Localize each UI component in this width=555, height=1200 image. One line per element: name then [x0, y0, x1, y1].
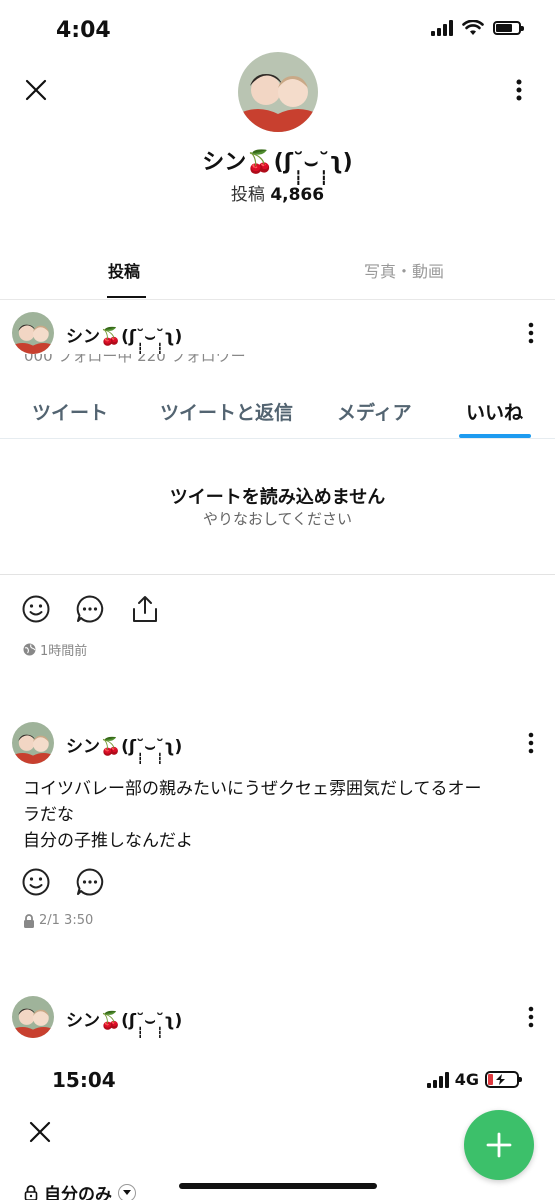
profile-avatar[interactable] [238, 52, 318, 132]
more-vertical-icon [528, 322, 534, 344]
twitter-tab-media: メディア [337, 402, 412, 424]
twitter-tab-tweets: ツイート [32, 402, 109, 424]
post-body-line: 自分の子推しなんだよ [23, 831, 193, 851]
close-icon [25, 79, 47, 101]
post-more-button[interactable] [519, 1005, 543, 1029]
close-button[interactable] [20, 74, 52, 106]
post-body: コイツバレー部の親みたいにうぜクセェ雰囲気だしてるオー ラだな 自分の子推しなん… [23, 776, 523, 854]
network-type: 4G [454, 1070, 479, 1089]
post-count-value: 4,866 [270, 185, 325, 205]
comment-button[interactable] [75, 867, 105, 897]
post-meta: 1時間前 [23, 640, 87, 659]
twitter-tab-tweets-replies: ツイートと返信 [160, 402, 294, 424]
post-timestamp: 2/1 3:50 [39, 913, 94, 928]
twitter-error-subtitle: やりなおしてください [202, 510, 353, 528]
privacy-label: 自分のみ [44, 1185, 112, 1200]
status-icons [431, 20, 524, 36]
post-avatar[interactable] [12, 312, 54, 354]
plus-icon [486, 1132, 512, 1158]
post-body-line: コイツバレー部の親みたいにうぜクセェ雰囲気だしてるオー [23, 779, 482, 799]
lock-icon [24, 1184, 38, 1200]
post-timestamp: 1時間前 [40, 644, 88, 659]
more-vertical-icon [528, 732, 534, 754]
smile-icon [22, 595, 50, 623]
tab-active-indicator [107, 296, 146, 298]
cut-off-follow-stats: 000 フォロー中 220 フォロワー [24, 354, 246, 365]
share-icon [133, 596, 157, 622]
status-time: 4:04 [56, 18, 111, 43]
smile-icon [22, 868, 50, 896]
share-button[interactable] [130, 594, 160, 624]
post-avatar[interactable] [12, 722, 54, 764]
signal-icon [426, 1071, 449, 1088]
battery-icon [493, 21, 524, 35]
twitter-tab-likes: いいね [466, 402, 524, 424]
comment-icon [76, 595, 104, 623]
close-icon [29, 1121, 51, 1143]
reaction-button[interactable] [21, 867, 51, 897]
post-count: 投稿 4,866 [0, 180, 555, 205]
post-author[interactable]: シン🍒(ʃ˘̩̩̩⌣˘̩̩̩ʅ) [66, 322, 182, 347]
inner-status-icons: 4G [426, 1070, 522, 1089]
more-vertical-icon [516, 79, 522, 101]
profile-name: シン🍒(ʃ˘̩̩̩⌣˘̩̩̩ʅ) [202, 150, 353, 175]
globe-icon [23, 643, 36, 656]
wifi-icon [462, 20, 484, 35]
signal-icon [431, 20, 453, 36]
post-avatar[interactable] [12, 996, 54, 1038]
inner-status-time: 15:04 [52, 1068, 116, 1092]
tab-posts[interactable]: 投稿 [108, 258, 140, 282]
tab-photos-videos[interactable]: 写真・動画 [364, 258, 444, 282]
lock-icon [24, 913, 34, 928]
comment-icon [76, 868, 104, 896]
post-author[interactable]: シン🍒(ʃ˘̩̩̩⌣˘̩̩̩ʅ) [66, 732, 182, 757]
divider [0, 438, 555, 439]
battery-charging-icon [485, 1071, 522, 1088]
post-more-button[interactable] [519, 731, 543, 755]
post-author[interactable]: シン🍒(ʃ˘̩̩̩⌣˘̩̩̩ʅ) [66, 1006, 182, 1031]
comment-button[interactable] [75, 594, 105, 624]
home-indicator[interactable] [179, 1183, 377, 1189]
post-meta: 2/1 3:50 [23, 913, 93, 928]
more-options-button[interactable] [503, 74, 535, 106]
chevron-down-icon [118, 1183, 136, 1200]
twitter-error-title: ツイートを読み込めません [169, 487, 386, 508]
more-vertical-icon [528, 1006, 534, 1028]
divider [0, 299, 555, 300]
add-post-button[interactable] [464, 1110, 534, 1180]
post-count-label: 投稿 [230, 185, 265, 205]
post-more-button[interactable] [519, 321, 543, 345]
privacy-selector[interactable]: 自分のみ [24, 1180, 136, 1200]
post-body-line: ラだな [23, 805, 74, 825]
composer-close-button[interactable] [26, 1118, 54, 1146]
reaction-button[interactable] [21, 594, 51, 624]
divider [0, 574, 555, 575]
